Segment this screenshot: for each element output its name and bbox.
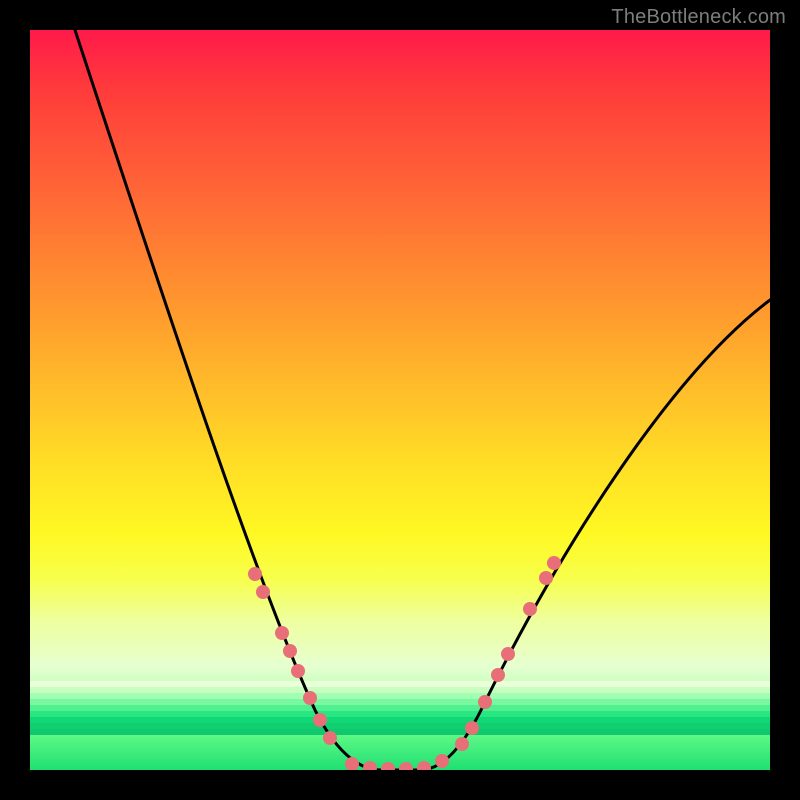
marker-dot [435, 754, 449, 768]
marker-dot [275, 626, 289, 640]
marker-dot [303, 691, 317, 705]
marker-dot [523, 602, 537, 616]
marker-dot [455, 737, 469, 751]
marker-dot [381, 762, 395, 770]
watermark-text: TheBottleneck.com [611, 6, 786, 29]
plot-area [30, 30, 770, 770]
marker-dot [256, 585, 270, 599]
marker-dot [323, 731, 337, 745]
marker-dot [313, 713, 327, 727]
marker-dot [291, 664, 305, 678]
marker-dot [417, 761, 431, 770]
marker-dot [501, 647, 515, 661]
marker-dot [399, 762, 413, 770]
bottleneck-curve [75, 30, 770, 770]
marker-dot [478, 695, 492, 709]
marker-dot [465, 721, 479, 735]
marker-dot [363, 761, 377, 770]
curve-layer [30, 30, 770, 770]
chart-frame: TheBottleneck.com [0, 0, 800, 800]
marker-dot [539, 571, 553, 585]
marker-dot [345, 757, 359, 770]
marker-dot [491, 668, 505, 682]
marker-dot [248, 567, 262, 581]
marker-dot [283, 644, 297, 658]
marker-dot [547, 556, 561, 570]
